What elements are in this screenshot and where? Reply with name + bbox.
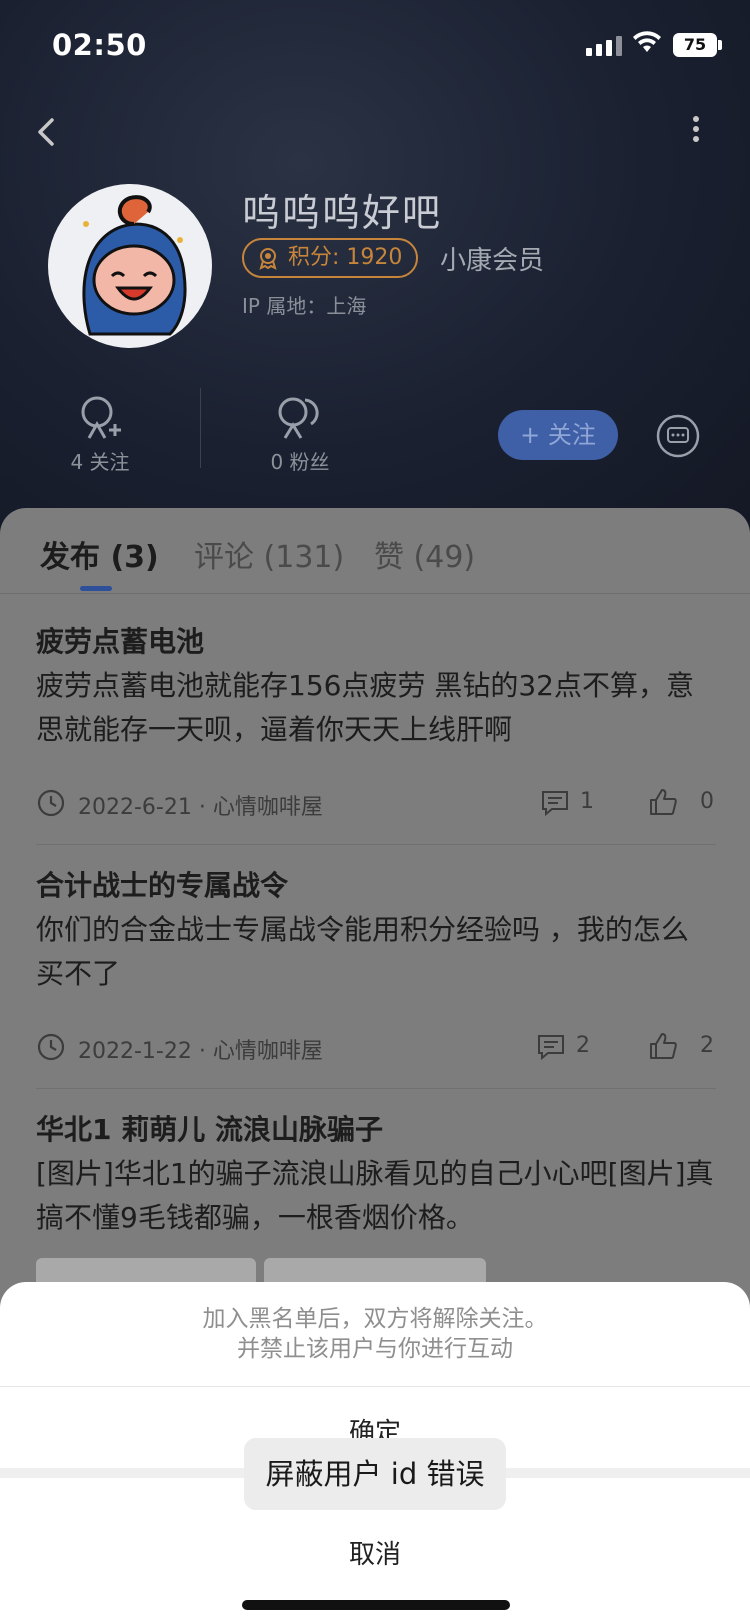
post-body: 你们的合金战士专属战令能用积分经验吗 ，我的怎么买不了 — [36, 913, 689, 990]
post-body: 疲劳点蓄电池就能存156点疲劳 黑钻的32点不算，意思就能存一天呗，逼着你天天上… — [36, 669, 694, 746]
post-item[interactable]: 疲劳点蓄电池 疲劳点蓄电池就能存156点疲劳 黑钻的32点不算，意思就能存一天呗… — [36, 620, 716, 752]
tab-comments[interactable]: 评论 (131) — [194, 532, 344, 576]
post-meta: 2022-6-21 · 心情咖啡屋 1 0 — [36, 786, 716, 820]
like-icon[interactable] — [648, 1031, 678, 1061]
status-bar: 02:50 75 — [0, 0, 750, 92]
post-title: 合计战士的专属战令 — [36, 869, 289, 902]
post-date: 2022-6-21 · 心情咖啡屋 — [78, 795, 323, 820]
followers-stat[interactable]: 0 粉丝 — [250, 394, 350, 475]
sheet-message: 加入黑名单后，双方将解除关注。 并禁止该用户与你进行互动 — [0, 1304, 750, 1364]
like-icon[interactable] — [648, 787, 678, 817]
wifi-icon — [633, 31, 661, 52]
like-count: 0 — [700, 789, 714, 814]
post-divider — [36, 1088, 716, 1089]
cancel-button[interactable]: 取消 — [0, 1534, 750, 1571]
sheet-message-line1: 加入黑名单后，双方将解除关注。 — [202, 1306, 548, 1332]
followers-count: 0 粉丝 — [270, 450, 330, 474]
sheet-message-line2: 并禁止该用户与你进行互动 — [237, 1336, 513, 1362]
avatar[interactable] — [48, 184, 212, 348]
post-title: 华北1 莉萌儿 流浪山脉骗子 — [36, 1113, 383, 1146]
tab-bar: 发布 (3) 评论 (131) 赞 (49) — [0, 508, 750, 594]
profile-screen: 02:50 75 呜呜呜好吧 积分: 1920 小康会员 IP 属地：上海 4 … — [0, 0, 750, 1624]
more-options-icon[interactable] — [686, 112, 706, 152]
signal-icon — [586, 34, 622, 56]
tab-underline — [80, 586, 112, 591]
tab-posts[interactable]: 发布 (3) — [40, 532, 159, 576]
username: 呜呜呜好吧 — [242, 191, 443, 235]
post-item[interactable]: 合计战士的专属战令 你们的合金战士专属战令能用积分经验吗 ，我的怎么买不了 — [36, 864, 716, 996]
points-badge: 积分: 1920 — [242, 238, 419, 278]
post-title: 疲劳点蓄电池 — [36, 625, 205, 658]
profile-header: 02:50 75 呜呜呜好吧 积分: 1920 小康会员 IP 属地：上海 4 … — [0, 0, 750, 540]
medal-icon — [259, 248, 277, 270]
post-meta: 2022-1-22 · 心情咖啡屋 2 2 — [36, 1030, 716, 1064]
status-time: 02:50 — [52, 28, 147, 62]
comment-count: 1 — [580, 789, 594, 814]
post-body: [图片]华北1的骗子流浪山脉看见的自己小心吧[图片]真搞不懂9毛钱都骗，一根香烟… — [36, 1157, 714, 1234]
error-toast: 屏蔽用户 id 错误 — [244, 1438, 506, 1510]
back-icon[interactable] — [30, 112, 66, 152]
follow-button[interactable]: + 关注 — [498, 410, 618, 460]
home-indicator — [242, 1600, 510, 1610]
comment-icon[interactable] — [536, 1033, 566, 1061]
post-date: 2022-1-22 · 心情咖啡屋 — [78, 1039, 323, 1064]
following-stat[interactable]: 4 关注 — [50, 394, 150, 475]
following-count: 4 关注 — [70, 450, 130, 474]
chat-icon[interactable] — [656, 414, 700, 458]
users-icon — [278, 397, 319, 439]
post-item[interactable]: 华北1 莉萌儿 流浪山脉骗子 [图片]华北1的骗子流浪山脉看见的自己小心吧[图片… — [36, 1108, 716, 1240]
add-user-icon — [81, 396, 121, 439]
member-level: 小康会员 — [440, 246, 545, 276]
comment-icon[interactable] — [540, 789, 570, 817]
comment-count: 2 — [576, 1033, 590, 1058]
sheet-divider — [0, 1386, 750, 1387]
like-count: 2 — [700, 1033, 714, 1058]
points-label: 积分: 1920 — [288, 245, 403, 270]
battery-nub — [718, 40, 722, 50]
battery-icon: 75 — [673, 33, 717, 57]
tab-likes[interactable]: 赞 (49) — [374, 532, 475, 576]
post-divider — [36, 844, 716, 845]
clock-icon — [37, 789, 65, 817]
stat-divider — [200, 388, 201, 468]
clock-icon — [37, 1033, 65, 1061]
avatar-mascot-icon — [82, 195, 187, 336]
ip-location: IP 属地：上海 — [242, 294, 367, 318]
